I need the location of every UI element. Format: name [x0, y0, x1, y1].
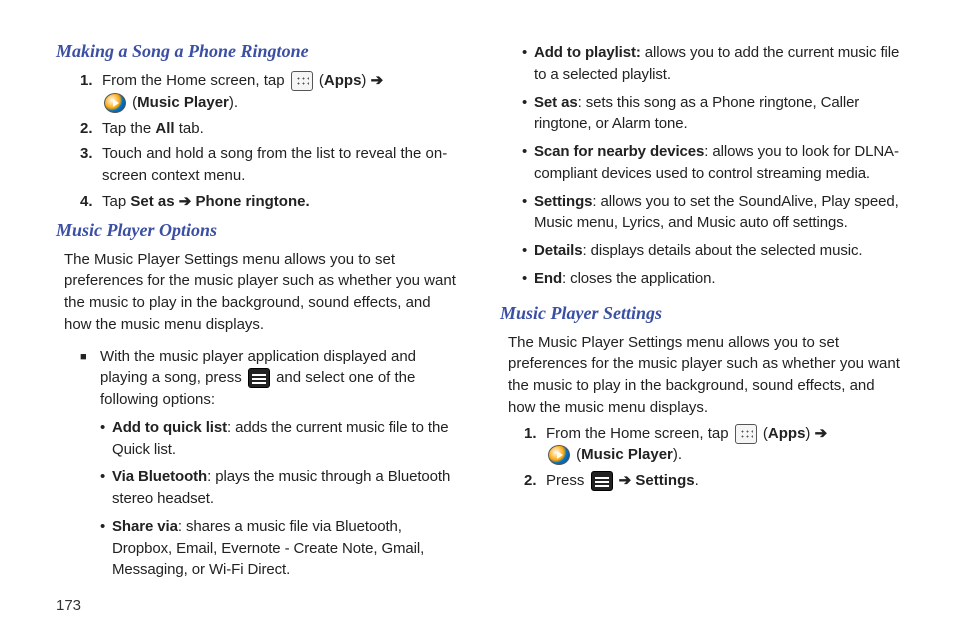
option-label: Details: [534, 242, 583, 259]
two-column-layout: Making a Song a Phone Ringtone 1. From t…: [56, 36, 906, 585]
option-label: Share via: [112, 518, 178, 535]
step-3: 3. Touch and hold a song from the list t…: [80, 143, 462, 187]
square-bullet-icon: ■: [80, 346, 100, 411]
apps-icon: [735, 424, 757, 444]
bullet-dot-icon: •: [522, 191, 534, 235]
step-text: From the Home screen, tap (Apps) ➔ (Musi…: [102, 70, 462, 114]
heading-player-settings: Music Player Settings: [500, 300, 906, 326]
sub-bullet: • End: closes the application.: [522, 268, 906, 290]
music-player-icon: [548, 445, 570, 465]
text: ): [805, 425, 814, 442]
bullet-body: Share via: shares a music file via Bluet…: [112, 516, 462, 581]
music-player-label: Music Player: [137, 94, 229, 111]
text: tab.: [175, 120, 204, 137]
bullet-dot-icon: •: [100, 417, 112, 461]
option-text: : sets this song as a Phone ringtone, Ca…: [534, 94, 859, 133]
step-number: 2.: [524, 470, 546, 492]
all-tab-label: All: [155, 120, 174, 137]
sub-bullet: • Scan for nearby devices: allows you to…: [522, 141, 906, 185]
text: Tap the: [102, 120, 155, 137]
bullet-dot-icon: •: [522, 268, 534, 290]
step-text: Tap Set as ➔ Phone ringtone.: [102, 191, 462, 213]
bullet-body: Via Bluetooth: plays the music through a…: [112, 466, 462, 510]
sub-bullet: • Set as: sets this song as a Phone ring…: [522, 92, 906, 136]
settings-label: Settings: [635, 472, 694, 489]
option-label: Set as: [534, 94, 578, 111]
bullet-body: Add to quick list: adds the current musi…: [112, 417, 462, 461]
step-text: Touch and hold a song from the list to r…: [102, 143, 462, 187]
sub-bullet: • Add to quick list: adds the current mu…: [100, 417, 462, 461]
arrow-icon: ➔: [371, 72, 384, 89]
text: ).: [229, 94, 238, 111]
apps-label: Apps: [768, 425, 806, 442]
step-2: 2. Tap the All tab.: [80, 118, 462, 140]
step-text: Press ➔ Settings.: [546, 470, 906, 492]
bullet-body: Set as: sets this song as a Phone ringto…: [534, 92, 906, 136]
sub-bullet: • Share via: shares a music file via Blu…: [100, 516, 462, 581]
arrow-icon: ➔: [615, 472, 636, 489]
sub-bullet: • Settings: allows you to set the SoundA…: [522, 191, 906, 235]
left-column: Making a Song a Phone Ringtone 1. From t…: [56, 36, 462, 585]
apps-label: Apps: [324, 72, 362, 89]
text: From the Home screen, tap: [102, 72, 289, 89]
square-bullet-item: ■ With the music player application disp…: [80, 346, 462, 411]
bullet-body: Settings: allows you to set the SoundAli…: [534, 191, 906, 235]
step-number: 1.: [80, 70, 102, 114]
text: ): [361, 72, 370, 89]
text: .: [695, 472, 699, 489]
sub-bullet: • Via Bluetooth: plays the music through…: [100, 466, 462, 510]
intro-paragraph: The Music Player Settings menu allows yo…: [508, 332, 906, 419]
bullet-body: With the music player application displa…: [100, 346, 462, 411]
step-number: 2.: [80, 118, 102, 140]
set-as-label: Set as ➔ Phone ringtone.: [130, 193, 309, 210]
option-label: Scan for nearby devices: [534, 143, 704, 160]
bullet-dot-icon: •: [100, 466, 112, 510]
menu-icon: [591, 471, 613, 491]
bullet-dot-icon: •: [522, 240, 534, 262]
step-text: Tap the All tab.: [102, 118, 462, 140]
music-player-label: Music Player: [581, 446, 673, 463]
option-text: : displays details about the selected mu…: [583, 242, 863, 259]
step-number: 4.: [80, 191, 102, 213]
bullet-body: Add to playlist: allows you to add the c…: [534, 42, 906, 86]
step-1: 1. From the Home screen, tap (Apps) ➔ (M…: [524, 423, 906, 467]
option-label: Settings: [534, 193, 592, 210]
step-number: 3.: [80, 143, 102, 187]
step-number: 1.: [524, 423, 546, 467]
step-2: 2. Press ➔ Settings.: [524, 470, 906, 492]
heading-making-ringtone: Making a Song a Phone Ringtone: [56, 38, 462, 64]
heading-player-options: Music Player Options: [56, 217, 462, 243]
text: ).: [673, 446, 682, 463]
bullet-body: Details: displays details about the sele…: [534, 240, 862, 262]
bullet-dot-icon: •: [522, 92, 534, 136]
option-label: End: [534, 270, 562, 287]
bullet-dot-icon: •: [100, 516, 112, 581]
menu-icon: [248, 368, 270, 388]
arrow-icon: ➔: [815, 425, 828, 442]
option-label: Add to playlist:: [534, 44, 641, 61]
bullet-dot-icon: •: [522, 42, 534, 86]
step-text: From the Home screen, tap (Apps) ➔ (Musi…: [546, 423, 906, 467]
step-1: 1. From the Home screen, tap (Apps) ➔ (M…: [80, 70, 462, 114]
sub-bullet: • Details: displays details about the se…: [522, 240, 906, 262]
apps-icon: [291, 71, 313, 91]
text: Press: [546, 472, 589, 489]
page-number: 173: [56, 597, 81, 614]
right-column: • Add to playlist: allows you to add the…: [500, 36, 906, 585]
bullet-body: End: closes the application.: [534, 268, 715, 290]
bullet-dot-icon: •: [522, 141, 534, 185]
option-label: Via Bluetooth: [112, 468, 207, 485]
bullet-body: Scan for nearby devices: allows you to l…: [534, 141, 906, 185]
option-label: Add to quick list: [112, 419, 227, 436]
text: Tap: [102, 193, 130, 210]
step-4: 4. Tap Set as ➔ Phone ringtone.: [80, 191, 462, 213]
intro-paragraph: The Music Player Settings menu allows yo…: [64, 249, 462, 336]
text: From the Home screen, tap: [546, 425, 733, 442]
option-text: : closes the application.: [562, 270, 715, 287]
music-player-icon: [104, 93, 126, 113]
sub-bullet: • Add to playlist: allows you to add the…: [522, 42, 906, 86]
